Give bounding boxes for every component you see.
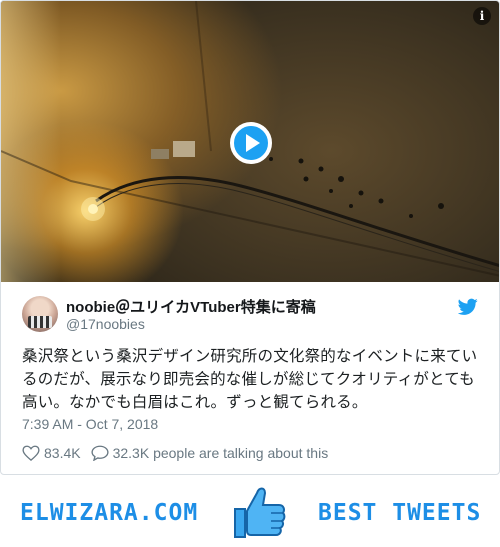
- like-count: 83.4K: [44, 445, 81, 461]
- author-name[interactable]: noobie＠ユリイカVTuber特集に寄稿: [66, 296, 316, 317]
- video-thumbnail[interactable]: i: [1, 1, 499, 282]
- reply-button[interactable]: 32.3K people are talking about this: [91, 445, 329, 461]
- banner-site-name[interactable]: ELWIZARA.COM: [20, 500, 198, 526]
- play-icon: [246, 134, 260, 152]
- talking-count: 32.3K people are talking about this: [112, 445, 329, 461]
- info-label: i: [479, 9, 485, 23]
- tweet-text: 桑沢祭という桑沢デザイン研究所の文化祭的なイベントに来ているのだが、展示なり即売…: [22, 348, 478, 411]
- tweet-actions: 83.4K 32.3K people are talking about thi…: [22, 444, 338, 462]
- info-icon[interactable]: i: [473, 7, 491, 25]
- avatar[interactable]: [22, 296, 58, 332]
- twitter-bird-icon[interactable]: [458, 298, 478, 316]
- tweet-timestamp[interactable]: 7:39 AM - Oct 7, 2018: [22, 416, 158, 432]
- play-button[interactable]: [230, 122, 272, 164]
- like-button[interactable]: 83.4K: [22, 445, 81, 461]
- author-handle[interactable]: @17noobies: [66, 316, 145, 332]
- banner-tagline: BEST TWEETS: [318, 500, 482, 526]
- heart-icon: [22, 445, 40, 461]
- speech-bubble-icon: [91, 445, 109, 461]
- thumbs-up-icon: [234, 487, 286, 538]
